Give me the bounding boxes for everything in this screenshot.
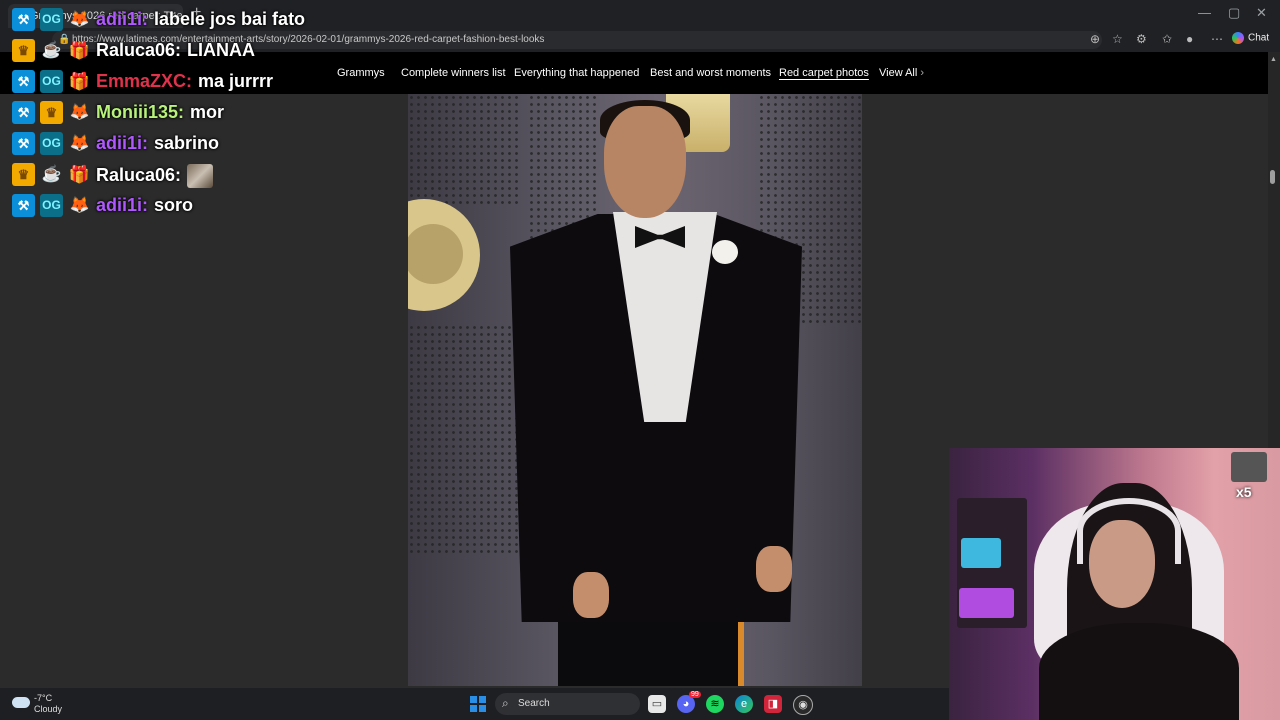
minimize-icon[interactable]: — (1198, 5, 1211, 20)
moderator-badge-icon: ⚒ (12, 132, 35, 155)
gift-badge-icon: 🎁 (68, 41, 91, 60)
file-explorer-icon[interactable]: ▭ (648, 695, 666, 713)
moderator-badge-icon: ⚒ (12, 70, 35, 93)
reader-icon[interactable]: ⊕ (1090, 32, 1100, 46)
boutonniere (712, 240, 738, 264)
chat-text: ma jurrrr (198, 71, 274, 91)
app-red-icon[interactable]: ◨ (764, 695, 782, 713)
chat-text: LIANAA (187, 40, 256, 60)
streamer-torso (1039, 623, 1239, 720)
chat-label: Chat (1248, 32, 1270, 44)
more-icon[interactable]: ⋯ (1211, 32, 1223, 46)
chat-emote-image (187, 164, 214, 188)
nav-link-best-worst[interactable]: Best and worst moments (650, 67, 771, 79)
fox-badge-icon: 🦊 (69, 11, 90, 28)
copilot-icon (1232, 32, 1244, 44)
chat-username: Raluca06: (96, 40, 182, 60)
headphones-icon (1077, 498, 1181, 564)
fox-badge-icon: 🦊 (69, 104, 90, 121)
nav-link-grammys[interactable]: Grammys (337, 67, 385, 79)
fox-badge-icon: 🦊 (69, 197, 90, 214)
crown-badge-icon: ♛ (12, 163, 35, 186)
moderator-badge-icon: ⚒ (12, 8, 35, 31)
moderator-badge-icon: ⚒ (12, 194, 35, 217)
backdrop-grille (408, 94, 518, 204)
star-icon[interactable]: ☆ (1112, 32, 1123, 46)
chat-text: sabrino (154, 133, 220, 153)
og-badge-icon: OG (40, 194, 63, 217)
right-hand (756, 546, 792, 592)
shelf-light (961, 538, 1001, 568)
gift-badge-icon: 🎁 (68, 72, 91, 91)
cup-badge-icon: ☕ (41, 166, 62, 183)
maximize-icon[interactable]: ▢ (1228, 5, 1240, 21)
og-badge-icon: OG (40, 8, 63, 31)
chat-username: Moniii135: (96, 102, 185, 122)
view-all-label: View All (879, 67, 918, 79)
left-hand (573, 572, 609, 618)
edge-icon[interactable]: e (735, 695, 753, 713)
cup-badge-icon: ☕ (41, 42, 62, 59)
chat-text: mor (190, 102, 225, 122)
cloud-icon (12, 697, 30, 708)
og-badge-icon: OG (40, 70, 63, 93)
taskbar-search[interactable]: ⌕ Search (495, 693, 640, 715)
moderator-badge-icon: ⚒ (12, 101, 35, 124)
favorites-icon[interactable]: ✩ (1162, 32, 1172, 46)
emote-combo-count: x5 (1236, 484, 1252, 500)
copilot-chat-button[interactable]: Chat (1232, 32, 1269, 44)
chat-text: labele jos bai fato (154, 9, 306, 29)
scrollbar-thumb[interactable] (1270, 170, 1275, 184)
chat-username: Raluca06: (96, 164, 182, 185)
search-icon: ⌕ (502, 696, 509, 710)
chat-text: soro (154, 195, 194, 215)
nav-link-view-all[interactable]: View All › (879, 67, 924, 79)
chat-username: EmmaZXC: (96, 71, 193, 91)
search-placeholder: Search (518, 698, 550, 709)
og-badge-icon: OG (40, 132, 63, 155)
chat-username: adii1i: (96, 195, 149, 215)
head (604, 106, 686, 218)
streamer-webcam: x5 (949, 448, 1280, 720)
obs-icon[interactable]: ◉ (793, 695, 813, 715)
windows-taskbar: -7°C Cloudy ⌕ Search ▭ ◕ 99 ≋ e ◨ ◉ (0, 688, 949, 720)
emote-combo-image (1231, 452, 1267, 482)
crown-badge-icon: ♛ (40, 101, 63, 124)
chevron-right-icon: › (920, 67, 925, 79)
nav-link-everything[interactable]: Everything that happened (514, 67, 639, 79)
nav-link-red-carpet[interactable]: Red carpet photos (779, 67, 869, 79)
weather-temp: -7°C (34, 693, 53, 703)
red-carpet-photo (408, 94, 862, 686)
gift-badge-icon: 🎁 (68, 165, 91, 184)
scroll-up-icon[interactable]: ▲ (1270, 56, 1277, 63)
spotify-icon[interactable]: ≋ (706, 695, 724, 713)
extensions-icon[interactable]: ⚙ (1136, 32, 1147, 46)
chat-username: adii1i: (96, 9, 149, 29)
close-window-icon[interactable]: ✕ (1256, 5, 1267, 21)
weather-condition: Cloudy (34, 704, 63, 714)
backdrop-grille (408, 324, 518, 554)
profile-icon[interactable]: ● (1186, 32, 1193, 46)
shelf-light (959, 588, 1014, 618)
fox-badge-icon: 🦊 (69, 135, 90, 152)
chat-username: adii1i: (96, 133, 149, 153)
nav-link-winners[interactable]: Complete winners list (401, 67, 506, 79)
crown-badge-icon: ♛ (12, 39, 35, 62)
discord-badge: 99 (689, 691, 701, 698)
start-button-icon[interactable] (470, 696, 486, 712)
